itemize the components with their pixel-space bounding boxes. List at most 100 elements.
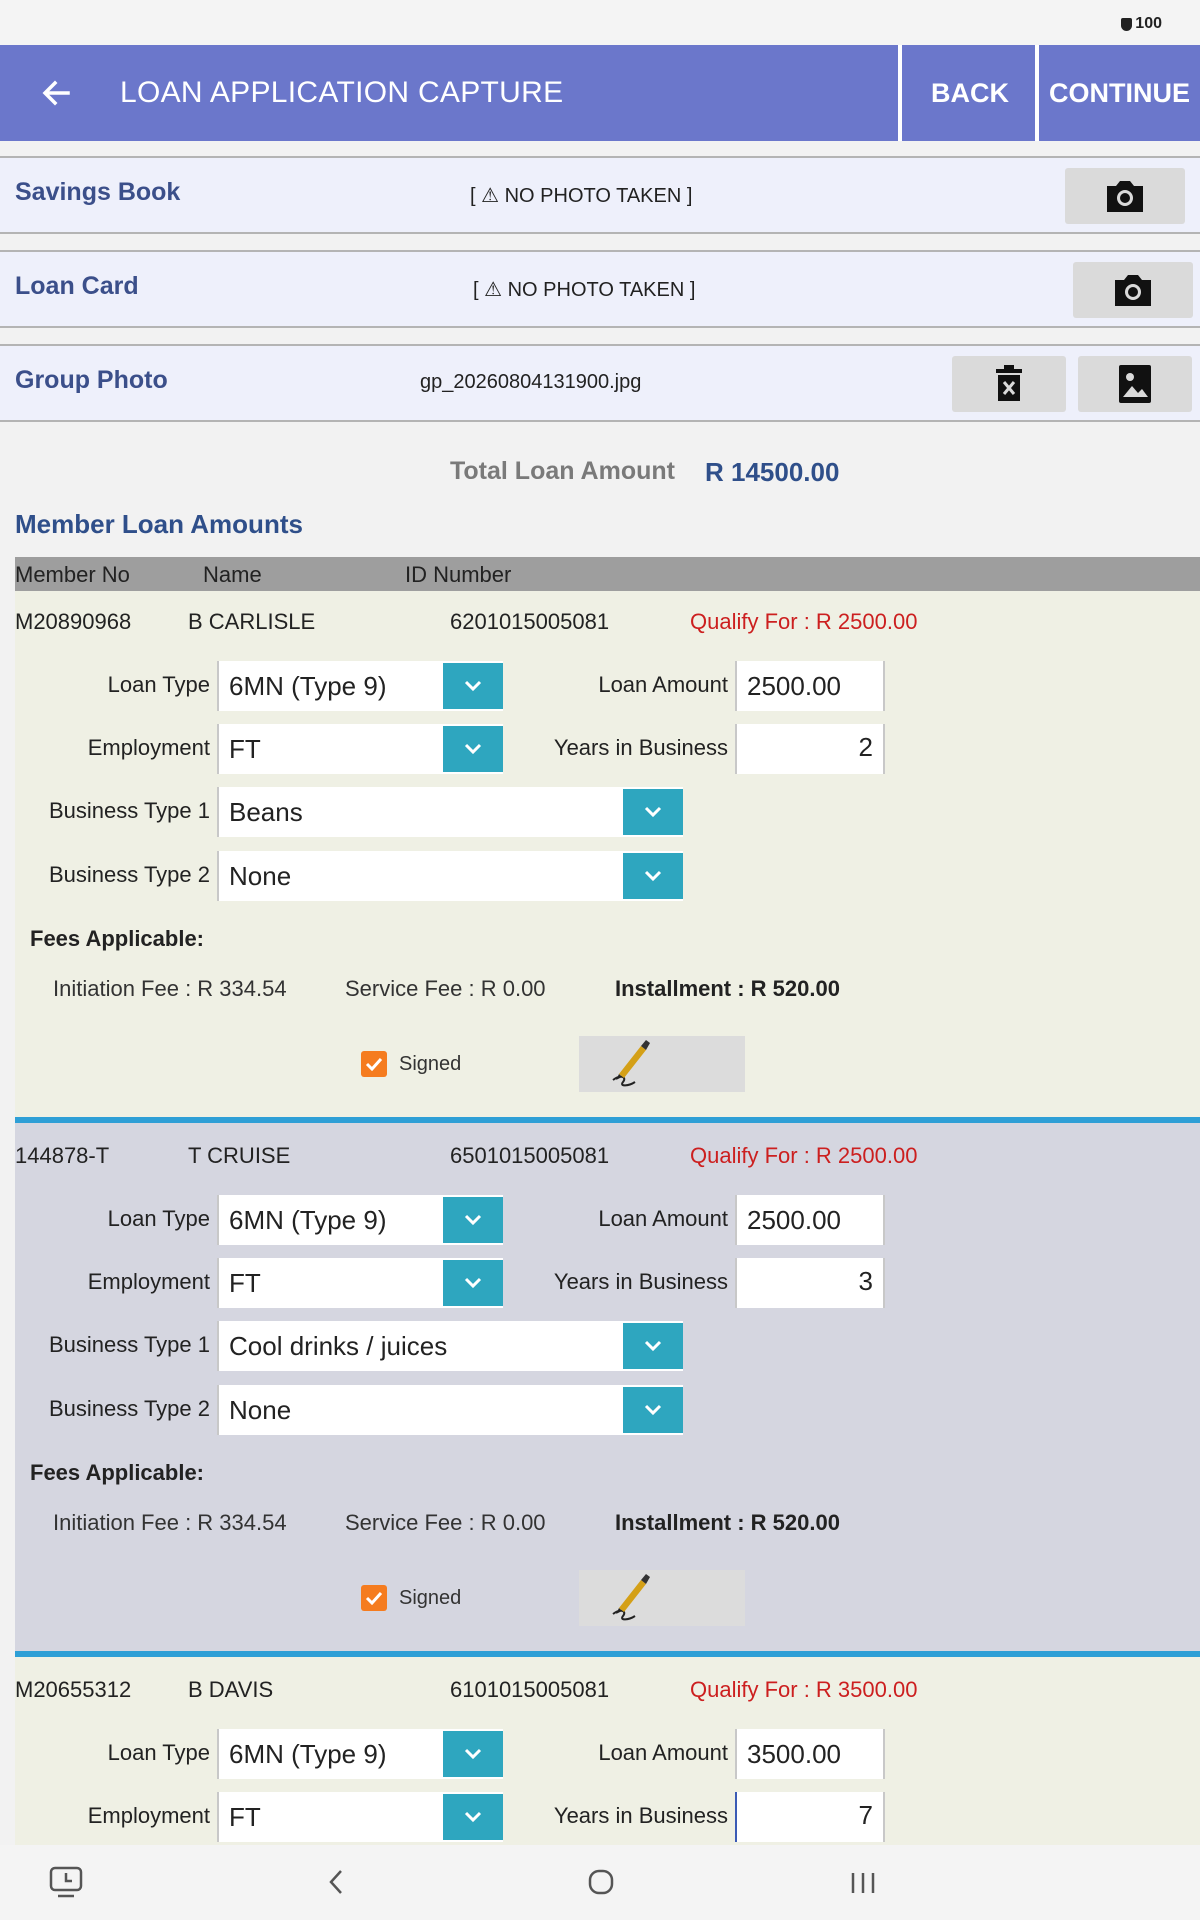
- employment-label: Employment: [87, 1269, 210, 1294]
- system-nav-bar: [0, 1845, 1200, 1920]
- years-in-business-input[interactable]: 2: [735, 724, 885, 774]
- total-loan-label: Total Loan Amount: [450, 457, 675, 485]
- member-name: T CRUISE: [188, 1143, 291, 1168]
- business-type-2-value: None: [229, 861, 292, 891]
- employment-value: FT: [229, 734, 261, 764]
- installment: Installment : R 520.00: [615, 1510, 840, 1535]
- page-title: LOAN APPLICATION CAPTURE: [120, 76, 564, 109]
- business-type-2-label: Business Type 2: [48, 1396, 210, 1421]
- member-name: B DAVIS: [188, 1677, 274, 1702]
- recent-screen-icon[interactable]: [48, 1865, 84, 1904]
- business-type-2-select[interactable]: None: [217, 851, 683, 901]
- loan-card-label: Loan Card: [15, 272, 139, 300]
- business-type-1-value: Cool drinks / juices: [229, 1331, 448, 1361]
- fees-applicable-title: Fees Applicable:: [30, 1460, 205, 1485]
- member-card: M20890968 B CARLISLE 6201015005081 Quali…: [15, 591, 1200, 1117]
- back-nav-icon[interactable]: [325, 1865, 349, 1904]
- loan-amount-input[interactable]: 2500.00: [735, 1195, 885, 1245]
- checkmark-icon: [365, 1591, 383, 1605]
- total-loan-value: R 14500.00: [705, 457, 840, 487]
- years-in-business-label: Years in Business: [553, 735, 728, 760]
- loan-type-label: Loan Type: [107, 1740, 210, 1765]
- years-in-business-value: 7: [858, 1800, 873, 1830]
- loan-type-value: 6MN (Type 9): [229, 1739, 387, 1769]
- years-in-business-input[interactable]: 7: [735, 1792, 885, 1842]
- loan-type-select[interactable]: 6MN (Type 9): [217, 1195, 503, 1245]
- employment-select[interactable]: FT: [217, 724, 503, 774]
- signature-button[interactable]: [579, 1570, 745, 1626]
- loan-amount-label: Loan Amount: [598, 1740, 728, 1765]
- member-no: 144878-T: [15, 1143, 110, 1168]
- qualify-amount: Qualify For : R 3500.00: [690, 1677, 918, 1702]
- years-in-business-value: 3: [858, 1266, 873, 1296]
- loan-type-select[interactable]: 6MN (Type 9): [217, 661, 503, 711]
- back-button[interactable]: BACK: [898, 45, 1038, 141]
- member-separator: [15, 1117, 1200, 1123]
- loan-card-row: Loan Card [ ⚠ NO PHOTO TAKEN ]: [0, 250, 1200, 328]
- savings-book-camera-button[interactable]: [1065, 168, 1185, 224]
- loan-card-camera-button[interactable]: [1073, 262, 1193, 318]
- signed-checkbox[interactable]: [361, 1585, 387, 1611]
- signed-checkbox[interactable]: [361, 1051, 387, 1077]
- battery-level: 100: [1135, 15, 1162, 32]
- back-arrow-icon[interactable]: [38, 75, 74, 111]
- initiation-fee: Initiation Fee : R 334.54: [53, 1510, 287, 1535]
- business-type-1-select[interactable]: Cool drinks / juices: [217, 1321, 683, 1371]
- loan-amount-label: Loan Amount: [598, 1206, 728, 1231]
- business-type-1-label: Business Type 1: [48, 798, 210, 823]
- member-no: M20655312: [15, 1677, 132, 1702]
- loan-type-value: 6MN (Type 9): [229, 671, 387, 701]
- recents-nav-icon[interactable]: [848, 1865, 878, 1904]
- signature-button[interactable]: [579, 1036, 745, 1092]
- business-type-2-value: None: [229, 1395, 292, 1425]
- header-name: Name: [203, 562, 262, 587]
- chevron-down-icon[interactable]: [623, 1323, 683, 1369]
- savings-book-row: Savings Book [ ⚠ NO PHOTO TAKEN ]: [0, 156, 1200, 234]
- loan-amount-input[interactable]: 2500.00: [735, 661, 885, 711]
- member-id-number: 6101015005081: [450, 1677, 610, 1702]
- continue-button[interactable]: CONTINUE: [1035, 45, 1200, 141]
- member-name: B CARLISLE: [188, 609, 316, 634]
- signed-label: Signed: [399, 1587, 462, 1609]
- chevron-down-icon[interactable]: [623, 1387, 683, 1433]
- loan-amount-value: 2500.00: [747, 1205, 841, 1235]
- service-fee: Service Fee : R 0.00: [345, 976, 546, 1001]
- business-type-1-select[interactable]: Beans: [217, 787, 683, 837]
- header-member-no: Member No: [15, 562, 130, 587]
- employment-label: Employment: [87, 1803, 210, 1828]
- service-fee: Service Fee : R 0.00: [345, 1510, 546, 1535]
- status-bar: 100: [0, 0, 1200, 45]
- member-separator: [15, 1651, 1200, 1657]
- employment-value: FT: [229, 1802, 261, 1832]
- chevron-down-icon[interactable]: [623, 789, 683, 835]
- business-type-1-label: Business Type 1: [48, 1332, 210, 1357]
- loan-amount-input[interactable]: 3500.00: [735, 1729, 885, 1779]
- delete-photo-button[interactable]: [952, 356, 1066, 412]
- member-id-number: 6201015005081: [450, 609, 610, 634]
- member-id-number: 6501015005081: [450, 1143, 610, 1168]
- header-id-number: ID Number: [405, 562, 512, 587]
- years-in-business-input[interactable]: 3: [735, 1258, 885, 1308]
- employment-select[interactable]: FT: [217, 1792, 503, 1842]
- qualify-amount: Qualify For : R 2500.00: [690, 1143, 918, 1168]
- group-photo-label: Group Photo: [15, 366, 168, 394]
- view-photo-button[interactable]: [1078, 356, 1192, 412]
- group-photo-filename: gp_20260804131900.jpg: [420, 371, 642, 393]
- business-type-2-select[interactable]: None: [217, 1385, 683, 1435]
- loan-amount-label: Loan Amount: [598, 672, 728, 697]
- fees-applicable-title: Fees Applicable:: [30, 926, 205, 951]
- image-icon: [1119, 365, 1151, 403]
- signed-label: Signed: [399, 1053, 462, 1075]
- checkmark-icon: [365, 1057, 383, 1071]
- member-table-header: Member No Name ID Number: [15, 557, 1200, 591]
- home-nav-icon[interactable]: [584, 1865, 618, 1904]
- battery-indicator: 100: [1121, 15, 1162, 33]
- chevron-down-icon[interactable]: [623, 853, 683, 899]
- loan-type-value: 6MN (Type 9): [229, 1205, 387, 1235]
- employment-value: FT: [229, 1268, 261, 1298]
- employment-select[interactable]: FT: [217, 1258, 503, 1308]
- initiation-fee: Initiation Fee : R 334.54: [53, 976, 287, 1001]
- loan-type-label: Loan Type: [107, 672, 210, 697]
- loan-type-label: Loan Type: [107, 1206, 210, 1231]
- loan-type-select[interactable]: 6MN (Type 9): [217, 1729, 503, 1779]
